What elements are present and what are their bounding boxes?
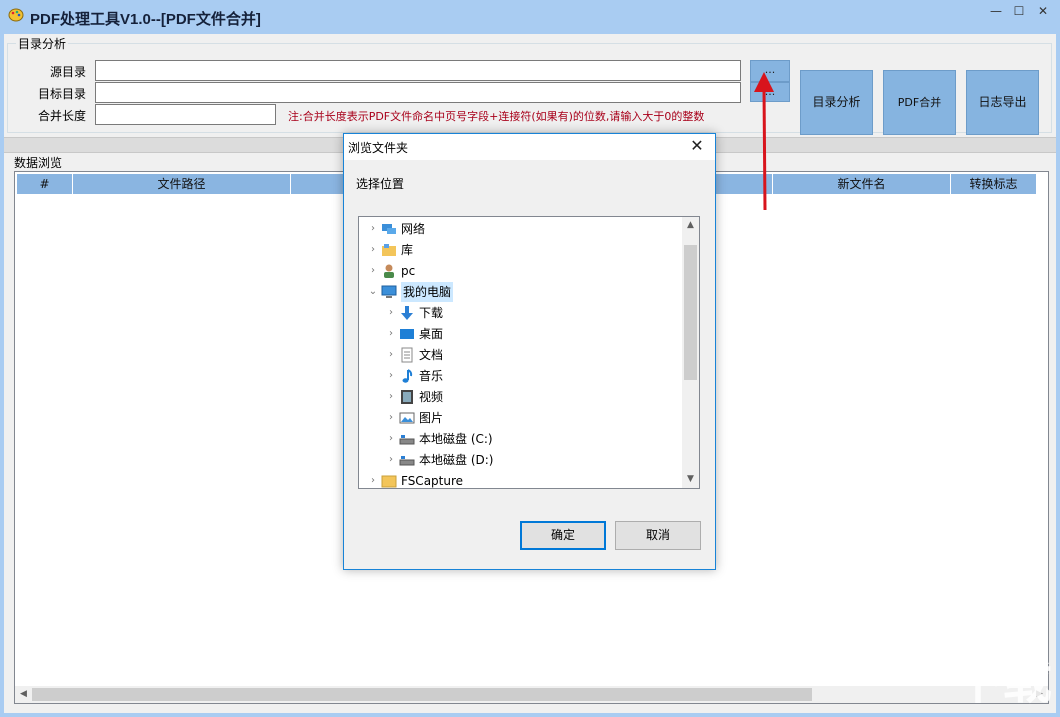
desktop-icon (399, 326, 415, 342)
log-export-button[interactable]: 日志导出 (966, 70, 1039, 135)
tree-item-label: 网络 (401, 222, 426, 236)
dialog-title: 浏览文件夹 (348, 141, 409, 155)
ok-button[interactable]: 确定 (520, 521, 606, 550)
drive-icon (399, 431, 415, 447)
close-button[interactable]: ✕ (1032, 2, 1054, 20)
computer-icon (381, 284, 397, 300)
tree-item-label: 本地磁盘 (C:) (419, 432, 493, 446)
red-arrow-annotation (754, 72, 774, 211)
dir-analysis-legend: 目录分析 (16, 35, 69, 52)
pdf-merge-button[interactable]: PDF合并 (883, 70, 956, 135)
merge-length-label: 合并长度 (37, 109, 86, 123)
merge-length-input[interactable] (95, 104, 276, 125)
chevron-right-icon[interactable]: › (385, 450, 397, 470)
chevron-right-icon[interactable]: › (385, 366, 397, 386)
main-window: PDF处理工具V1.0--[PDF文件合并] — ☐ ✕ 目录分析 源目录 目标… (0, 0, 1060, 717)
chevron-down-icon[interactable]: ⌄ (367, 282, 379, 302)
chevron-right-icon[interactable]: › (385, 387, 397, 407)
window-title: PDF处理工具V1.0--[PDF文件合并] (30, 11, 261, 28)
chevron-right-icon[interactable]: › (385, 324, 397, 344)
drive-icon (399, 452, 415, 468)
folder-tree[interactable]: › 网络 › 库 › pc ⌄ 我的电脑 › 下载 › 桌面 › 文档 › 音乐 › 视频 › 图片 › 本地磁盘 (C:… (358, 216, 700, 489)
merge-length-note: 注:合并长度表示PDF文件命名中页号字段+连接符(如果有)的位数,请输入大于0的… (288, 110, 705, 123)
column-header-index[interactable]: # (17, 174, 73, 194)
music-icon (399, 368, 415, 384)
data-browse-legend: 数据浏览 (12, 154, 65, 171)
dir-analysis-group: 目录分析 源目录 目标目录 合并长度 注:合并长度表示PDF文件命名中页号字段+… (7, 35, 1052, 135)
chevron-right-icon[interactable]: › (385, 408, 397, 428)
app-icon (8, 8, 24, 22)
browse-folder-dialog: 浏览文件夹 ✕ 选择位置 › 网络 › 库 › pc ⌄ 我的电脑 › 下载 › 桌面 › 文档 › 音乐 › 视… (343, 133, 716, 570)
target-dir-input[interactable] (95, 82, 741, 103)
tree-item-label: 本地磁盘 (D:) (419, 453, 494, 467)
target-dir-label: 目标目录 (37, 87, 86, 101)
chevron-right-icon[interactable]: › (385, 345, 397, 365)
chevron-right-icon[interactable]: › (367, 471, 379, 488)
tree-item-label: 下载 (419, 306, 444, 320)
download-icon (399, 305, 415, 321)
tree-item-label: 文档 (419, 348, 444, 362)
maximize-button[interactable]: ☐ (1008, 2, 1030, 20)
tree-item-label: 视频 (419, 390, 444, 404)
scroll-down-icon[interactable]: ▼ (682, 471, 699, 488)
cancel-button[interactable]: 取消 (615, 521, 701, 550)
chevron-right-icon[interactable]: › (367, 219, 379, 239)
chevron-right-icon[interactable]: › (385, 429, 397, 449)
tree-item-label: 桌面 (419, 327, 444, 341)
scroll-up-icon[interactable]: ▲ (682, 217, 699, 234)
source-dir-input[interactable] (95, 60, 741, 81)
video-icon (399, 389, 415, 405)
picture-icon (399, 410, 415, 426)
tree-item-label: 我的电脑 (401, 282, 454, 302)
folder-icon (381, 473, 397, 488)
chevron-right-icon[interactable]: › (385, 303, 397, 323)
tree-vertical-scrollbar[interactable]: ▲ ▼ (682, 217, 699, 488)
library-icon (381, 242, 397, 258)
dialog-prompt: 选择位置 (356, 177, 405, 191)
tree-item-label: 音乐 (419, 369, 444, 383)
horizontal-scrollbar[interactable]: ◀ ▶ (15, 686, 1048, 703)
chevron-right-icon[interactable]: › (367, 240, 379, 260)
column-header-new-name[interactable]: 新文件名 (773, 174, 951, 194)
user-icon (381, 263, 397, 279)
title-bar: PDF处理工具V1.0--[PDF文件合并] — ☐ ✕ (0, 0, 1060, 34)
scroll-left-icon[interactable]: ◀ (15, 686, 32, 703)
minimize-button[interactable]: — (985, 2, 1007, 20)
column-header-path[interactable]: 文件路径 (73, 174, 291, 194)
watermark-logo: 下载 (954, 652, 1052, 710)
dir-analysis-button[interactable]: 目录分析 (800, 70, 873, 135)
chevron-right-icon[interactable]: › (367, 261, 379, 281)
column-header-flag[interactable]: 转换标志 (951, 174, 1037, 194)
network-icon (381, 221, 397, 237)
scroll-thumb[interactable] (32, 688, 812, 701)
source-dir-label: 源目录 (49, 65, 86, 79)
tree-item-label: FSCapture (401, 474, 464, 488)
tree-item-label: pc (401, 264, 416, 278)
document-icon (399, 347, 415, 363)
tree-scroll-thumb[interactable] (684, 245, 697, 380)
dialog-title-bar: 浏览文件夹 ✕ (344, 134, 715, 160)
tree-item-label: 库 (401, 243, 414, 257)
tree-item-label: 图片 (419, 411, 444, 425)
dialog-close-icon[interactable]: ✕ (687, 136, 707, 156)
